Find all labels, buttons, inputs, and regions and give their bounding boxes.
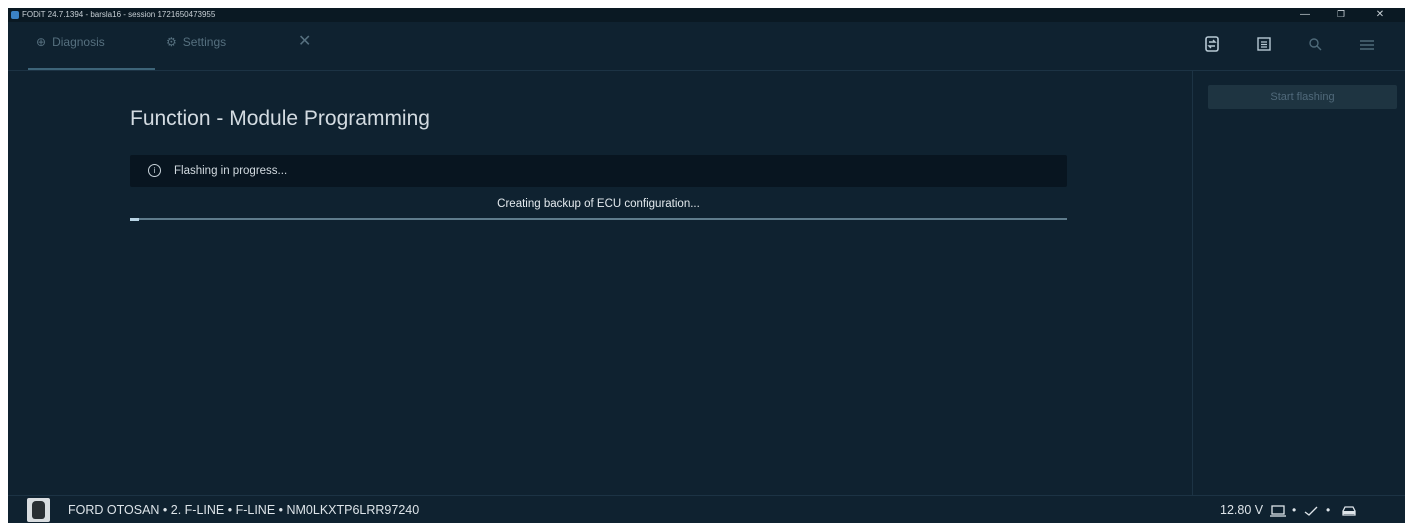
check-icon (1304, 496, 1318, 523)
progress-bar-fill (130, 218, 140, 221)
active-tab-indicator (28, 68, 155, 70)
maximize-button[interactable]: ❐ (1326, 8, 1356, 22)
window-title: FODiT 24.7.1394 - barsla16 - session 172… (22, 10, 216, 19)
battery-voltage: 12.80 V (1220, 503, 1264, 517)
close-tab-icon[interactable]: ✕ (298, 22, 311, 70)
title-bar: FODiT 24.7.1394 - barsla16 - session 172… (8, 8, 1405, 22)
tab-settings-label: Settings (182, 35, 227, 49)
diagnosis-icon: ⊕ (36, 35, 47, 49)
side-panel: Start flashing (1192, 71, 1405, 495)
tab-diagnosis-label: Diagnosis (52, 35, 105, 49)
page-title: Function - Module Programming (130, 107, 430, 130)
vehicle-image (27, 498, 50, 522)
minimize-button[interactable]: — (1290, 8, 1320, 22)
tab-settings[interactable]: ⚙ Settings (166, 22, 226, 70)
menu-icon[interactable] (1357, 36, 1377, 56)
app-logo-icon (11, 11, 19, 19)
status-bar: FORD OTOSAN • 2. F-LINE • F-LINE • NM0LK… (8, 495, 1405, 523)
progress-bar (130, 218, 1067, 221)
info-icon: i (148, 164, 161, 177)
list-icon[interactable] (1254, 36, 1274, 56)
search-icon[interactable] (1305, 36, 1325, 56)
separator-dot: • (1292, 503, 1297, 517)
banner-text: Flashing in progress... (174, 165, 288, 177)
gear-icon: ⚙ (166, 35, 177, 49)
laptop-icon (1270, 496, 1286, 523)
close-window-button[interactable]: ✕ (1365, 8, 1395, 22)
start-flashing-button[interactable]: Start flashing (1208, 85, 1397, 109)
app-window: FODiT 24.7.1394 - barsla16 - session 172… (8, 8, 1405, 523)
progress-status-text: Creating backup of ECU configuration... (497, 198, 700, 210)
main-content: Function - Module Programming i Flashing… (8, 71, 1192, 495)
vehicle-info: FORD OTOSAN • 2. F-LINE • F-LINE • NM0LK… (68, 503, 420, 517)
separator-dot: • (1326, 503, 1331, 517)
car-icon (1341, 496, 1357, 523)
tab-diagnosis[interactable]: ⊕ Diagnosis (28, 22, 155, 70)
info-banner: i Flashing in progress... (130, 155, 1067, 187)
swap-icon[interactable] (1202, 36, 1222, 56)
tab-bar: ⊕ Diagnosis ⚙ Settings ✕ (8, 22, 1405, 71)
